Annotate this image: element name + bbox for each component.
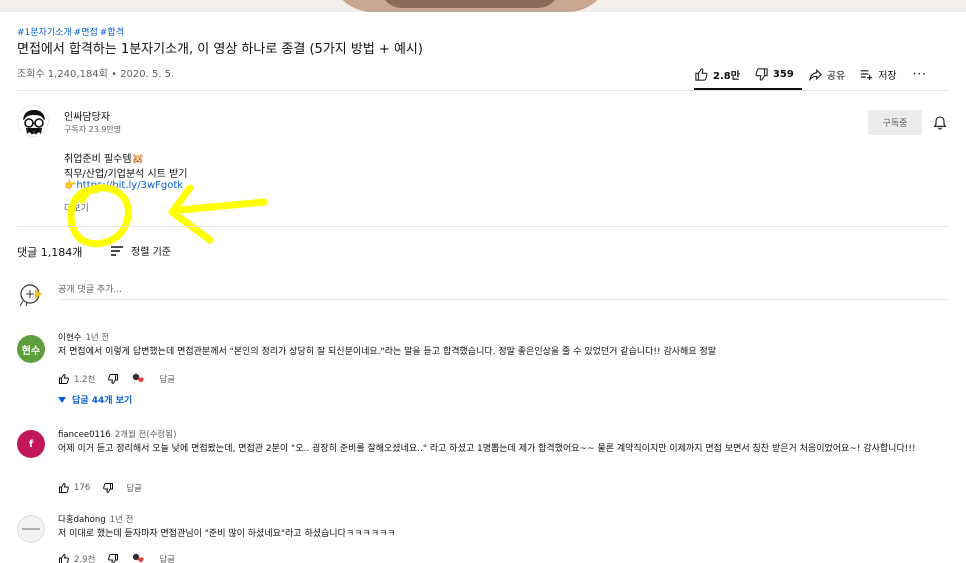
- add-comment-input[interactable]: 공개 댓글 추가...: [58, 280, 950, 300]
- comment-author-line: fiancee0116 2개월 전(수정됨): [58, 428, 176, 440]
- commenter-avatar[interactable]: [17, 515, 45, 543]
- sort-button[interactable]: 정렬 기준: [110, 243, 171, 258]
- sort-icon: [111, 245, 123, 256]
- subscribed-button[interactable]: 구독중: [868, 110, 922, 135]
- commenter-avatar[interactable]: 현수: [17, 335, 45, 363]
- comment-author[interactable]: 이현수: [58, 333, 81, 343]
- upload-date: 2020. 5. 5.: [120, 69, 175, 80]
- share-button[interactable]: 공유: [808, 67, 845, 82]
- commenter-avatar[interactable]: f: [17, 430, 45, 458]
- hashtag[interactable]: #1분자기소개: [17, 25, 72, 38]
- thumbs-up-icon[interactable]: [58, 553, 70, 563]
- comment-actions: 2.9천 답글: [58, 553, 175, 563]
- comment-like-count: 2.9천: [74, 555, 96, 563]
- thumbs-down-icon[interactable]: [102, 482, 114, 494]
- video-frame-shadow: [380, 0, 560, 8]
- description-line: 직무/산업/기업분석 시트 받기: [64, 169, 188, 180]
- comment-author[interactable]: 다홍dahong: [58, 515, 106, 525]
- video-meta: 조회수 1,240,184회 • 2020. 5. 5.: [17, 65, 174, 80]
- reply-button[interactable]: 답글: [159, 553, 175, 563]
- thumbs-down-icon[interactable]: [107, 553, 119, 563]
- channel-name[interactable]: 인싸담당자: [64, 108, 110, 123]
- more-actions-button[interactable]: ···: [913, 67, 927, 81]
- hashtag[interactable]: #면접: [74, 25, 98, 38]
- comment-actions: 176 답글: [58, 482, 142, 494]
- subscriber-count: 구독자 23.9만명: [64, 125, 122, 134]
- pointing-hand-emoji: 👉: [64, 180, 77, 191]
- thumbs-up-icon[interactable]: [58, 373, 70, 385]
- video-title: 면접에서 합격하는 1분자기소개, 이 영상 하나로 종결 (5가지 방법 + …: [17, 42, 423, 57]
- comment-like-count: 176: [74, 483, 91, 493]
- comment-author[interactable]: fiancee0116: [58, 430, 111, 440]
- save-label: 저장: [878, 70, 897, 82]
- sort-label: 정렬 기준: [131, 247, 171, 258]
- save-button[interactable]: 저장: [859, 67, 897, 82]
- thumbs-up-icon: [695, 67, 708, 81]
- comment-like-count: 1.2천: [74, 375, 96, 385]
- view-replies-label: 답글 44개 보기: [72, 396, 133, 406]
- comment-text: 저 면접에서 이렇게 답변했는데 면접관분께서 "본인의 정리가 상당히 잘 되…: [58, 347, 717, 357]
- dislike-count: 359: [772, 68, 794, 80]
- creator-heart-icon: [133, 553, 144, 563]
- view-count: 조회수 1,240,184회: [17, 69, 108, 80]
- view-replies-button[interactable]: 답글 44개 보기: [58, 393, 132, 406]
- description-link-line: 👉https://bit.ly/3wFgotk: [64, 180, 183, 191]
- thumbs-up-icon[interactable]: [58, 482, 70, 494]
- video-actions: 2.8만 359 공유 저장 ···: [694, 58, 952, 90]
- reply-button[interactable]: 답글: [159, 373, 175, 385]
- reply-button[interactable]: 답글: [126, 482, 142, 494]
- like-count: 2.8만: [713, 70, 740, 82]
- comment-count: 댓글 1,184개: [17, 246, 83, 259]
- user-avatar-icon: [19, 284, 42, 307]
- thumbs-down-icon: [755, 67, 768, 81]
- share-arrow-icon: [808, 68, 822, 81]
- dislike-button[interactable]: 359: [754, 67, 794, 82]
- show-more-button[interactable]: 더보기: [64, 201, 89, 214]
- comment-author-line: 다홍dahong 1년 전: [58, 513, 133, 525]
- creator-heart-icon: [133, 373, 144, 383]
- comment-time[interactable]: 1년 전: [110, 515, 134, 525]
- hashtag-list: #1분자기소개 #면접 #합격: [17, 25, 124, 38]
- comment-actions: 1.2천 답글: [58, 373, 175, 385]
- description-link[interactable]: https://bit.ly/3wFgotk: [76, 180, 183, 191]
- notification-bell-icon[interactable]: [932, 115, 948, 131]
- meta-separator: •: [111, 69, 117, 80]
- text-logo-icon: [22, 528, 40, 530]
- caret-down-icon: [58, 396, 66, 403]
- hashtag[interactable]: #합격: [100, 25, 124, 38]
- comment-time[interactable]: 2개월 전(수정됨): [115, 430, 177, 440]
- share-label: 공유: [826, 70, 846, 82]
- comment-text: 저 이대로 했는데 듣자마자 면접관님이 "준비 많이 하셨네요"라고 하셨습니…: [58, 529, 396, 539]
- comment-text: 어제 이거 듣고 정리해서 오늘 낮에 면접봤는데, 면접관 2분이 "오.. …: [58, 444, 916, 454]
- channel-avatar[interactable]: [17, 105, 49, 137]
- playlist-add-icon: [861, 69, 873, 80]
- cartoon-face-icon: [23, 110, 45, 135]
- description-line: 취업준비 필수템🐹: [64, 154, 145, 165]
- comment-time[interactable]: 1년 전: [85, 333, 109, 343]
- divider: [17, 90, 949, 91]
- comment-author-line: 이현수 1년 전: [58, 331, 109, 343]
- divider: [17, 226, 949, 227]
- like-button[interactable]: 2.8만: [694, 67, 740, 82]
- thumbs-down-icon[interactable]: [107, 373, 119, 385]
- video-player-bottom[interactable]: [0, 0, 966, 12]
